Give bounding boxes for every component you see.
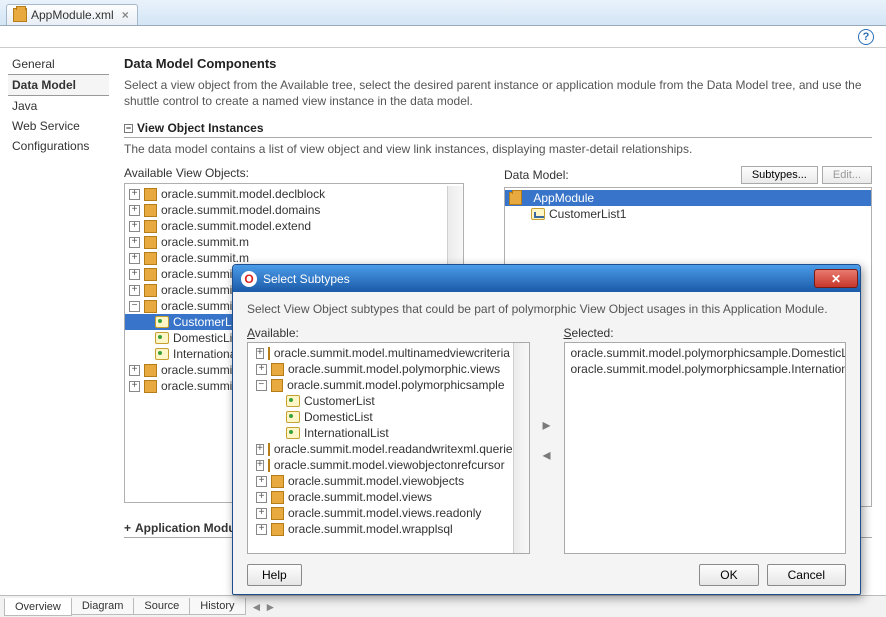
dialog-body: Select View Object subtypes that could b… [233,292,860,594]
dm-root[interactable]: AppModule [505,190,871,206]
help-button[interactable]: Help [247,564,302,586]
section-vo-title: View Object Instances [137,121,264,135]
list-leaf[interactable]: CustomerList [252,393,509,409]
dialog-titlebar[interactable]: O Select Subtypes ✕ [233,265,860,292]
list-leaf[interactable]: DomesticList [252,409,509,425]
package-icon [144,220,157,233]
ok-button[interactable]: OK [699,564,758,586]
page-desc: Select a view object from the Available … [124,77,872,109]
edit-button: Edit... [822,166,872,184]
package-icon [144,300,157,313]
package-icon [271,491,284,504]
dm-label: Data Model: [504,168,737,182]
appmodule-icon [509,192,522,205]
package-icon [144,268,157,281]
view-object-icon [286,395,300,407]
package-icon [144,380,157,393]
tab-nav-arrows[interactable]: ◄► [251,600,277,614]
section-vo-head[interactable]: − View Object Instances [124,121,872,138]
shuttle-buttons: ▸ ◂ [536,326,558,554]
list-item[interactable]: +oracle.summit.model.views.readonly [252,505,509,521]
select-subtypes-dialog: O Select Subtypes ✕ Select View Object s… [232,264,861,595]
package-icon [271,475,284,488]
package-icon [268,347,270,360]
subtypes-button[interactable]: Subtypes... [741,166,818,184]
nav-java[interactable]: Java [8,96,109,116]
move-left-button[interactable]: ◂ [542,445,550,465]
view-link-icon [531,208,545,220]
dm-child[interactable]: CustomerList1 [505,206,871,222]
view-object-icon [155,348,169,360]
nav-web-service[interactable]: Web Service [8,116,109,136]
nav-data-model[interactable]: Data Model [8,74,109,96]
tree-node[interactable]: +oracle.summit.model.declblock [125,186,447,202]
expand-icon[interactable]: + [124,521,131,535]
dialog-title: Select Subtypes [263,272,350,286]
list-item[interactable]: +oracle.summit.model.multinamedviewcrite… [252,345,509,361]
list-item-open[interactable]: −oracle.summit.model.polymorphicsample [252,377,509,393]
view-object-icon [155,332,169,344]
shuttle-selected-col: Selected: oracle.summit.model.polymorphi… [564,326,847,554]
dialog-desc: Select View Object subtypes that could b… [247,302,846,316]
list-item[interactable]: +oracle.summit.model.viewobjects [252,473,509,489]
list-item[interactable]: +oracle.summit.model.viewobjectonrefcurs… [252,457,509,473]
package-icon [144,284,157,297]
view-object-icon [286,411,300,423]
shuttle: Available: +oracle.summit.model.multinam… [247,326,846,554]
page-title: Data Model Components [124,56,872,71]
available-label: Available View Objects: [124,166,464,180]
cancel-button[interactable]: Cancel [767,564,846,586]
nav-general[interactable]: General [8,54,109,74]
btab-overview[interactable]: Overview [4,598,72,616]
close-icon[interactable]: × [122,8,129,22]
oracle-icon: O [241,271,257,287]
list-item[interactable]: +oracle.summit.model.views [252,489,509,505]
list-item[interactable]: +oracle.summit.model.wrapplsql [252,521,509,537]
section-vo-desc: The data model contains a list of view o… [124,142,872,156]
file-tab-label: AppModule.xml [31,8,114,22]
package-icon [144,252,157,265]
btab-source[interactable]: Source [133,598,190,615]
package-icon [271,523,284,536]
package-icon [271,363,284,376]
left-nav: General Data Model Java Web Service Conf… [0,48,110,593]
list-leaf[interactable]: InternationalList [252,425,509,441]
selected-item[interactable]: oracle.summit.model.polymorphicsample.Do… [569,345,842,361]
available-col-label: Available: [247,326,530,340]
nav-configurations[interactable]: Configurations [8,136,109,156]
package-icon [268,443,270,456]
package-icon [144,364,157,377]
package-icon [268,459,270,472]
package-icon [271,379,284,392]
package-icon [144,236,157,249]
move-right-button[interactable]: ▸ [542,415,550,435]
list-item[interactable]: +oracle.summit.model.polymorphic.views [252,361,509,377]
bottom-tabs: Overview Diagram Source History ◄► [0,595,886,617]
selected-item[interactable]: oracle.summit.model.polymorphicsample.In… [569,361,842,377]
selected-listbox[interactable]: oracle.summit.model.polymorphicsample.Do… [564,342,847,554]
tree-node[interactable]: +oracle.summit.model.domains [125,202,447,218]
scrollbar[interactable] [513,343,529,553]
package-icon [144,204,157,217]
window-close-button[interactable]: ✕ [814,269,858,288]
file-tab-appmodule[interactable]: AppModule.xml × [6,4,138,25]
btab-history[interactable]: History [189,598,245,615]
package-icon [271,507,284,520]
selected-col-label: Selected: [564,326,847,340]
shuttle-available-col: Available: +oracle.summit.model.multinam… [247,326,530,554]
view-object-icon [155,316,169,328]
available-listbox[interactable]: +oracle.summit.model.multinamedviewcrite… [247,342,530,554]
editor-tabstrip: AppModule.xml × [0,0,886,26]
help-strip: ? [0,26,886,48]
tree-node[interactable]: +oracle.summit.model.extend [125,218,447,234]
view-object-icon [286,427,300,439]
dialog-buttons: Help OK Cancel [247,564,846,586]
package-icon [13,8,27,22]
btab-diagram[interactable]: Diagram [71,598,135,615]
package-icon [144,188,157,201]
list-item[interactable]: +oracle.summit.model.readandwritexml.que… [252,441,509,457]
tree-node[interactable]: +oracle.summit.m [125,234,447,250]
collapse-icon[interactable]: − [124,124,133,133]
help-icon[interactable]: ? [858,29,874,45]
